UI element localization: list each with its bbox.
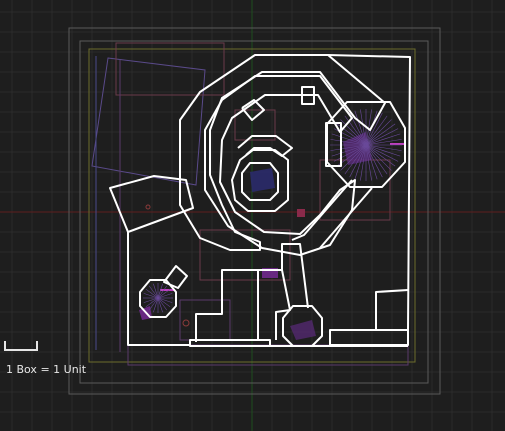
spoke-line [157,297,163,313]
spoke-line [365,123,396,146]
small-wedge[interactable] [163,265,188,289]
spoke-line [157,297,171,308]
bottom-room-wall[interactable] [195,269,259,342]
arc-segment-a[interactable] [237,135,293,157]
spoke-line [153,297,159,313]
corridor-wall-b[interactable] [319,187,373,249]
spoke-line [148,297,159,311]
spoke-line [143,293,159,299]
map-editor-viewport[interactable]: 1 Box = 1 Unit [0,0,505,431]
spoke-line [143,297,159,303]
scale-label: 1 Box = 1 Unit [6,363,87,376]
left-area-wall[interactable] [127,232,190,346]
spoke-line [157,297,173,303]
spoke-line [153,283,159,299]
spoke-line [157,293,173,299]
spoke-line [157,297,168,311]
detail-geometry [91,42,409,366]
scale-bar [4,341,38,351]
